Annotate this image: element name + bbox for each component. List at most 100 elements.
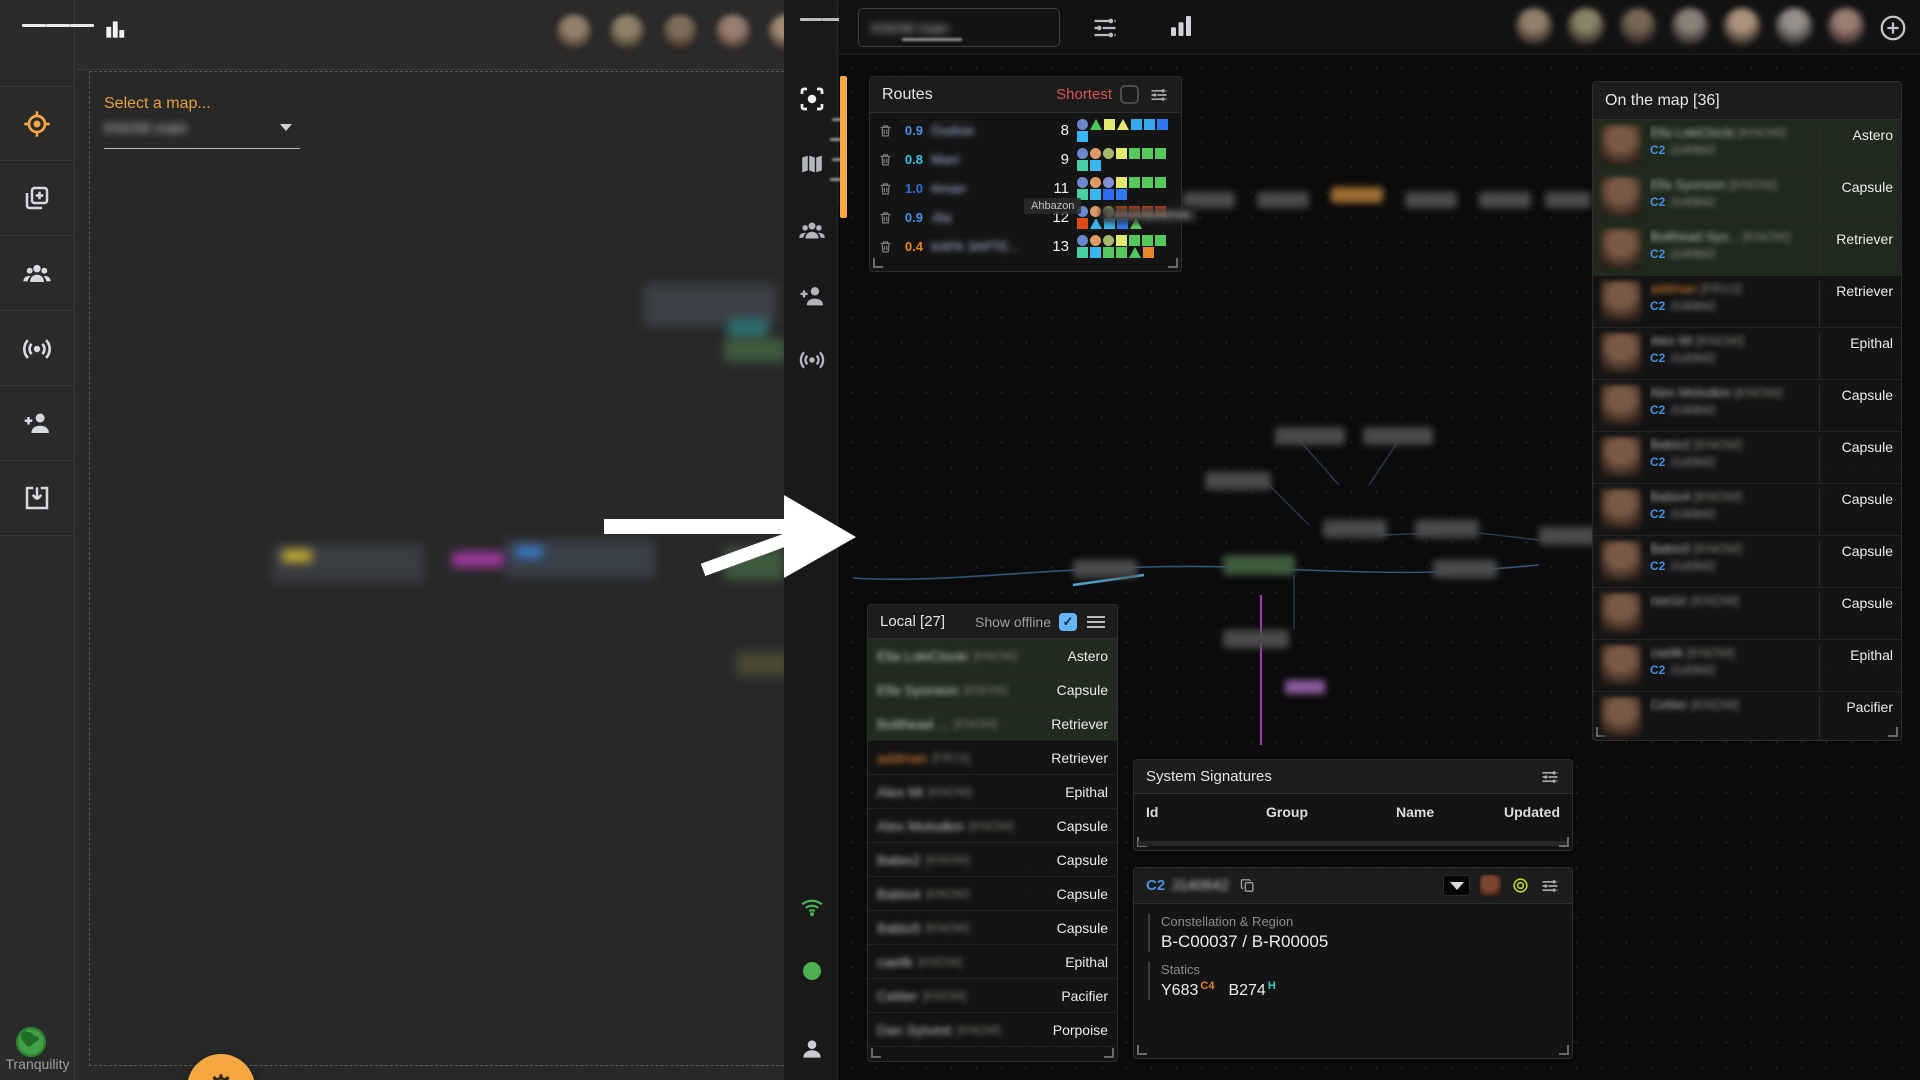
map-pilot-row[interactable]: Babio5 [KNOW] C2 J140642 Capsule (1593, 536, 1901, 588)
avatar[interactable] (1514, 6, 1554, 46)
local-pilot-row[interactable]: Ella LokiClocki [KNOW] Astero (868, 639, 1117, 673)
person-add-icon[interactable] (22, 408, 52, 438)
blurred-system-node[interactable] (1285, 680, 1325, 694)
avatar[interactable] (713, 12, 753, 52)
map-pilot-row[interactable]: cee1ic [KNOW] Capsule (1593, 588, 1901, 640)
blurred-system-node[interactable] (1479, 192, 1531, 208)
local-pilot-row[interactable]: Babio2 [KNOW] Capsule (868, 843, 1117, 877)
system-info-header[interactable]: C2 J140642 (1134, 868, 1572, 904)
delete-route-icon[interactable] (878, 181, 893, 196)
route-row[interactable]: 0.9 Dodixie 8 (870, 116, 1181, 145)
local-pilot-row[interactable]: caelik [KNOW] Epithal (868, 945, 1117, 979)
stats-icon[interactable] (1166, 11, 1196, 41)
blurred-system-node[interactable] (1433, 560, 1497, 578)
map-pilot-row[interactable]: Babio2 [KNOW] C2 J140642 Capsule (1593, 432, 1901, 484)
column-header[interactable]: Group (1266, 804, 1396, 820)
local-pilot-row[interactable]: Babio4 [KNOW] Capsule (868, 877, 1117, 911)
avatar[interactable] (607, 12, 647, 52)
signatures-header[interactable]: System Signatures (1134, 760, 1572, 794)
column-header[interactable]: Id (1146, 804, 1266, 820)
map-pilot-row[interactable]: Babio4 [KNOW] C2 J140642 Capsule (1593, 484, 1901, 536)
column-header[interactable]: Name (1396, 804, 1504, 820)
avatar[interactable] (660, 12, 700, 52)
map-dropdown[interactable]: KNOW main (104, 120, 300, 149)
map-pilot-row[interactable]: Ella LokiClocki [KNOW] C2 J140642 Astero (1593, 120, 1901, 172)
local-pilot-row[interactable]: Celiter [KNOW] Pacifier (868, 979, 1117, 1013)
locate-icon[interactable] (21, 108, 53, 140)
blurred-system-node[interactable] (1183, 192, 1235, 208)
avatar[interactable] (1670, 6, 1710, 46)
local-pilot-row[interactable]: Alex Molodkin [KNOW] Capsule (868, 809, 1117, 843)
delete-route-icon[interactable] (878, 152, 893, 167)
map-pilot-row[interactable]: Ella Syonson [KNOW] C2 J140642 Capsule (1593, 172, 1901, 224)
broadcast-icon[interactable] (21, 333, 53, 365)
target-icon[interactable] (1511, 876, 1530, 895)
blurred-system-node[interactable] (1257, 192, 1309, 208)
delete-route-icon[interactable] (878, 239, 893, 254)
person-add-icon[interactable] (798, 282, 826, 310)
groups-icon[interactable] (21, 258, 53, 290)
static-wormhole[interactable]: B274 H (1228, 980, 1275, 999)
blurred-system-node[interactable] (1545, 192, 1591, 208)
delete-route-icon[interactable] (878, 210, 893, 225)
route-row[interactable]: 0.4 КАРА ЗАРТЕ... 13 (870, 232, 1181, 261)
groups-icon[interactable] (797, 216, 827, 246)
focus-select-icon[interactable] (797, 84, 827, 114)
avatar[interactable] (1722, 6, 1762, 46)
wormhole-type-icon[interactable] (1443, 875, 1470, 896)
delete-route-icon[interactable] (878, 123, 893, 138)
avatar[interactable] (554, 12, 594, 52)
routes-settings-icon[interactable] (1149, 85, 1169, 105)
avatar[interactable] (1566, 6, 1606, 46)
blurred-system-node[interactable] (1363, 427, 1433, 445)
map-icon[interactable] (798, 150, 826, 178)
local-pilot-row[interactable]: Ella Syonson [KNOW] Capsule (868, 673, 1117, 707)
user-icon[interactable] (799, 1036, 825, 1062)
blurred-system-node[interactable] (1275, 427, 1345, 445)
avatar[interactable] (766, 12, 784, 52)
system-settings-icon[interactable] (1540, 876, 1560, 896)
local-pilot-row[interactable]: Alex Mi [KNOW] Epithal (868, 775, 1117, 809)
blurred-system-node[interactable] (1223, 555, 1295, 575)
blurred-system-node[interactable] (1073, 560, 1137, 578)
static-wormhole[interactable]: Y683 C4 (1161, 980, 1214, 999)
map-pilot-row[interactable]: Alex Molodkin [KNOW] C2 J140642 Capsule (1593, 380, 1901, 432)
blurred-system-node[interactable] (1405, 192, 1457, 208)
bar-chart-icon[interactable] (102, 16, 128, 42)
map-pilot-row[interactable]: addman [FR1S] C2 J140642 Retriever (1593, 276, 1901, 328)
blurred-system-node[interactable] (1205, 472, 1271, 490)
blurred-system-node[interactable] (1223, 630, 1289, 648)
blurred-system-node[interactable] (1415, 520, 1479, 538)
effect-icon[interactable] (1480, 875, 1501, 896)
on-the-map-header[interactable]: On the map [36] (1593, 82, 1901, 120)
map-pilot-row[interactable]: caelik [KNOW] C2 J140642 Epithal (1593, 640, 1901, 692)
local-pilot-row[interactable]: Babio5 [KNOW] Capsule (868, 911, 1117, 945)
map-pilot-row[interactable]: Butthead Syo... [KNOW] C2 J140642 Retriev… (1593, 224, 1901, 276)
menu-icon[interactable] (22, 20, 94, 31)
map-pilot-row[interactable]: Celiter [KNOW] Pacifier (1593, 692, 1901, 740)
routes-header[interactable]: Routes Shortest (870, 77, 1181, 113)
blurred-system-node[interactable] (1331, 187, 1383, 203)
copy-icon[interactable] (1239, 877, 1256, 894)
map-name-input[interactable]: KNOW main (858, 8, 1060, 47)
avatar[interactable] (1826, 6, 1866, 46)
avatar[interactable] (1618, 6, 1658, 46)
local-pilot-row[interactable]: Dan Sylvest [KNOW] Porpoise (868, 1013, 1117, 1047)
map-pilot-row[interactable]: Alex Mi [KNOW] C2 J140642 Epithal (1593, 328, 1901, 380)
broadcast-icon[interactable] (798, 346, 826, 374)
column-header[interactable]: Updated (1504, 804, 1560, 820)
blurred-system-node[interactable] (1323, 520, 1387, 538)
shortest-checkbox[interactable] (1120, 85, 1139, 104)
local-menu-icon[interactable] (1087, 613, 1105, 631)
local-header[interactable]: Local [27] Show offline ✓ (868, 605, 1117, 639)
blurred-system-node[interactable] (1539, 527, 1597, 545)
horizontal-scrollbar[interactable] (1138, 841, 1568, 846)
install-icon[interactable] (22, 483, 52, 513)
route-mode-label[interactable]: Shortest (1056, 86, 1112, 103)
route-row[interactable]: 0.8 Mani 9 (870, 145, 1181, 174)
local-pilot-row[interactable]: Butthead ... [KNOW] Retriever (868, 707, 1117, 741)
add-circle-icon[interactable] (1878, 13, 1908, 43)
avatar[interactable] (1774, 6, 1814, 46)
local-pilot-row[interactable]: addman [FR1S] Retriever (868, 741, 1117, 775)
filters-icon[interactable] (1091, 14, 1119, 42)
